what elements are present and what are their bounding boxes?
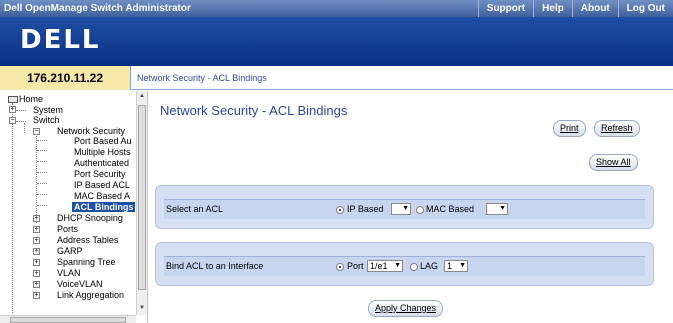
expand-address-tables-icon[interactable]: + xyxy=(33,237,40,244)
tree-connector xyxy=(37,172,47,173)
collapse-network-security-icon[interactable]: − xyxy=(33,128,40,135)
scroll-thumb[interactable] xyxy=(138,105,146,290)
expand-voicevlan-icon[interactable]: + xyxy=(33,281,40,288)
expand-ports-icon[interactable]: + xyxy=(33,226,40,233)
tree-connector xyxy=(37,161,47,162)
select-acl-panel: Select an ACL IP Based ▼ MAC Based ▼ xyxy=(155,185,654,229)
tree-guide-line xyxy=(36,133,37,223)
tree-item-link-aggregation[interactable]: Link Aggregation xyxy=(57,290,124,300)
tree-connector xyxy=(37,150,47,151)
port-label: Port xyxy=(347,261,364,271)
collapse-switch-icon[interactable]: − xyxy=(9,117,16,124)
tree-connector xyxy=(37,140,47,141)
expand-vlan-icon[interactable]: + xyxy=(33,270,40,277)
tree-connector xyxy=(37,194,47,195)
top-bar: Dell OpenManage Switch Administrator Sup… xyxy=(0,0,673,17)
ip-acl-select[interactable]: ▼ xyxy=(391,203,411,215)
tree-item-authenticated[interactable]: Authenticated xyxy=(74,158,129,168)
port-select[interactable]: 1/e1 ▼ xyxy=(367,260,403,272)
tree-connector xyxy=(37,205,47,206)
tree-item-switch[interactable]: Switch xyxy=(33,115,60,125)
tree-horizontal-scrollbar[interactable] xyxy=(0,315,136,323)
tree-guide-line xyxy=(24,123,25,133)
apply-changes-button[interactable]: Apply Changes xyxy=(368,300,444,317)
tree-item-voicevlan[interactable]: VoiceVLAN xyxy=(57,279,103,289)
logout-link[interactable]: Log Out xyxy=(617,0,673,17)
mac-acl-select[interactable]: ▼ xyxy=(486,203,508,215)
dell-logo: DELL xyxy=(20,25,101,55)
print-button[interactable]: Print xyxy=(553,120,586,137)
expand-spanning-tree-icon[interactable]: + xyxy=(33,259,40,266)
tree-item-mac-based-acl[interactable]: MAC Based A xyxy=(74,191,130,201)
page-title: Network Security - ACL Bindings xyxy=(160,103,348,118)
port-radio[interactable] xyxy=(336,263,344,271)
scroll-down-icon[interactable]: ▼ xyxy=(139,305,145,311)
tree-item-garp[interactable]: GARP xyxy=(57,246,83,256)
dropdown-arrow-icon: ▼ xyxy=(499,205,506,212)
tree-connector xyxy=(16,110,26,111)
expand-garp-icon[interactable]: + xyxy=(33,248,40,255)
bind-acl-panel: Bind ACL to an Interface Port 1/e1 ▼ LAG … xyxy=(155,242,654,286)
tree-item-home[interactable]: Home xyxy=(8,94,43,104)
app-title: Dell OpenManage Switch Administrator xyxy=(4,3,191,14)
tree-item-port-security[interactable]: Port Security xyxy=(74,169,126,179)
navigation-tree: Home + System − Switch − Network Securit… xyxy=(0,91,148,323)
tree-item-spanning-tree[interactable]: Spanning Tree xyxy=(57,257,116,267)
lag-label: LAG xyxy=(420,261,439,271)
bind-acl-label: Bind ACL to an Interface xyxy=(166,261,264,271)
help-link[interactable]: Help xyxy=(533,0,572,17)
tree-item-multiple-hosts[interactable]: Multiple Hosts xyxy=(74,147,131,157)
dropdown-arrow-icon: ▼ xyxy=(459,262,466,269)
dropdown-arrow-icon: ▼ xyxy=(394,262,401,269)
ip-based-label: IP Based xyxy=(347,204,384,214)
tree-connector xyxy=(37,183,47,184)
expand-dhcp-snooping-icon[interactable]: + xyxy=(33,215,40,222)
ip-based-radio[interactable] xyxy=(336,206,344,214)
tree-item-ip-based-acl[interactable]: IP Based ACL xyxy=(74,180,130,190)
mac-based-label: MAC Based xyxy=(426,204,475,214)
breadcrumb[interactable]: Network Security - ACL Bindings xyxy=(137,66,267,90)
scroll-thumb[interactable] xyxy=(10,317,126,323)
lag-select[interactable]: 1 ▼ xyxy=(444,260,468,272)
tree-connector xyxy=(16,121,26,122)
tree-vertical-scrollbar[interactable]: ▲ ▼ xyxy=(136,91,147,315)
address-row: 176.210.11.22 Network Security - ACL Bin… xyxy=(0,66,673,90)
tree-item-ports[interactable]: Ports xyxy=(57,224,78,234)
tree-item-dhcp-snooping[interactable]: DHCP Snooping xyxy=(57,213,123,223)
expand-system-icon[interactable]: + xyxy=(9,106,16,113)
expand-link-aggregation-icon[interactable]: + xyxy=(33,292,40,299)
scroll-up-icon[interactable]: ▲ xyxy=(139,93,145,99)
lag-value: 1 xyxy=(447,261,453,271)
refresh-button[interactable]: Refresh xyxy=(594,120,640,137)
brand-banner: DELL xyxy=(0,17,673,66)
tree-item-address-tables[interactable]: Address Tables xyxy=(57,235,118,245)
tree-item-port-based-auth[interactable]: Port Based Au xyxy=(74,136,132,146)
tree-item-acl-bindings[interactable]: ACL Bindings xyxy=(72,202,136,212)
tree-guide-line xyxy=(12,103,13,313)
select-acl-label: Select an ACL xyxy=(166,204,224,214)
tree-item-system[interactable]: System xyxy=(33,105,63,115)
tree-item-network-security[interactable]: Network Security xyxy=(57,126,125,136)
top-nav: Support Help About Log Out xyxy=(477,0,673,17)
lag-radio[interactable] xyxy=(410,263,418,271)
show-all-button[interactable]: Show All xyxy=(589,154,638,171)
support-link[interactable]: Support xyxy=(477,0,533,17)
about-link[interactable]: About xyxy=(571,0,618,17)
tree-item-vlan[interactable]: VLAN xyxy=(57,268,81,278)
device-ip: 176.210.11.22 xyxy=(0,66,131,90)
dropdown-arrow-icon: ▼ xyxy=(402,205,409,212)
home-folder-icon xyxy=(8,96,18,104)
port-value: 1/e1 xyxy=(370,261,388,271)
mac-based-radio[interactable] xyxy=(416,206,424,214)
